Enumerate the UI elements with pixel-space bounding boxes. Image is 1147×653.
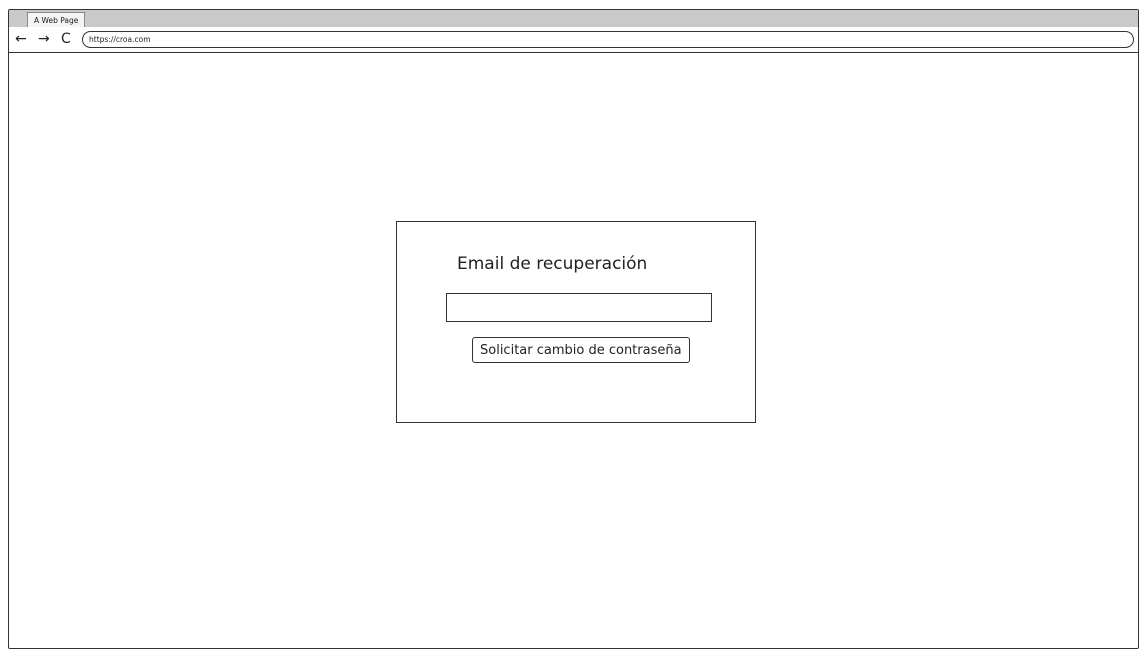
address-bar[interactable]: https://croa.com: [82, 31, 1134, 48]
forward-arrow-icon[interactable]: →: [38, 31, 50, 47]
request-password-change-button[interactable]: Solicitar cambio de contraseña: [472, 337, 690, 363]
form-title: Email de recuperación: [457, 254, 648, 274]
browser-window: A Web Page ← → C https://croa.com Email …: [8, 9, 1139, 649]
back-arrow-icon[interactable]: ←: [15, 31, 27, 47]
reload-icon[interactable]: C: [61, 31, 71, 47]
recovery-email-input[interactable]: [446, 293, 712, 322]
navigation-bar: ← → C https://croa.com: [9, 27, 1138, 53]
recovery-form-panel: Email de recuperación Solicitar cambio d…: [396, 221, 756, 423]
browser-tab[interactable]: A Web Page: [27, 12, 86, 27]
tab-bar: A Web Page: [9, 10, 1138, 28]
